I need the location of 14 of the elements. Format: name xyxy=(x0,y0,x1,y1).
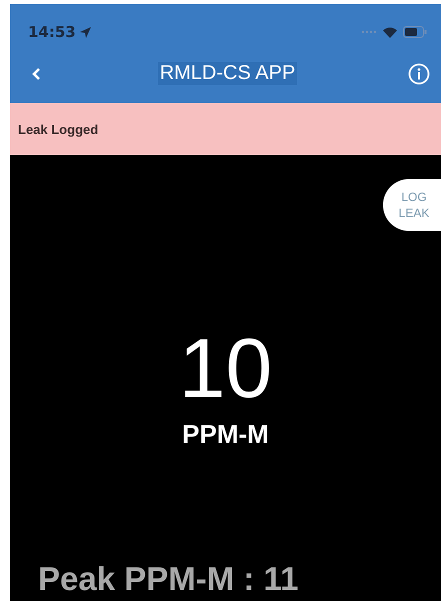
battery-icon xyxy=(403,26,427,38)
chevron-left-icon xyxy=(30,66,42,80)
peak-reading: Peak PPM-M : 11 xyxy=(37,560,300,598)
info-button[interactable] xyxy=(407,62,431,86)
location-arrow-icon xyxy=(80,26,91,38)
app-title: RMLD-CS APP xyxy=(158,62,298,85)
banner-message: Leak Logged xyxy=(18,122,98,136)
info-icon xyxy=(408,62,430,84)
log-leak-button[interactable]: LOG LEAK xyxy=(383,179,441,231)
status-time: 14:53 xyxy=(28,23,76,41)
signal-dots-icon xyxy=(361,30,377,34)
reading-unit: PPM-M xyxy=(182,419,269,450)
reading-value: 10 xyxy=(178,323,272,413)
wifi-icon xyxy=(383,26,397,38)
